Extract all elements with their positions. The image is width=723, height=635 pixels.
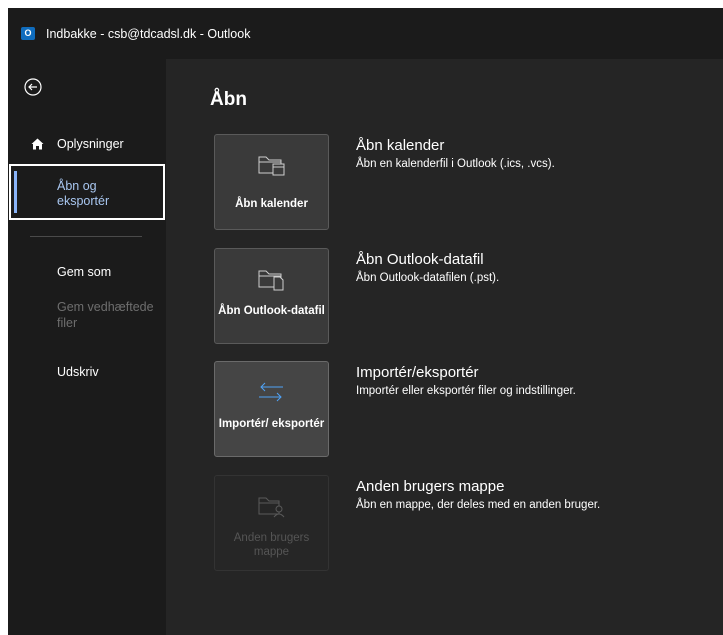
- tile-label: Åbn kalender: [235, 198, 308, 210]
- option-heading: Åbn Outlook-datafil: [356, 251, 484, 268]
- main-content: Åbn Åbn kalender Åbn kalender Åbn en kal…: [166, 59, 723, 635]
- home-icon: [31, 138, 44, 150]
- page-title: Åbn: [210, 89, 247, 110]
- sidebar-item-open-export[interactable]: Åbn og eksportér: [9, 164, 165, 220]
- open-data-file-button[interactable]: Åbn Outlook-datafil: [214, 248, 329, 344]
- shared-folder-button: Anden brugers mappe: [214, 475, 329, 571]
- sidebar-item-print[interactable]: Udskriv: [8, 359, 166, 385]
- sidebar-item-label: Gem vedhæftede filer: [57, 300, 154, 330]
- sidebar-item-info[interactable]: Oplysninger: [8, 131, 166, 157]
- option-heading: Importér/eksportér: [356, 364, 479, 381]
- backstage-sidebar: Oplysninger Åbn og eksportér Gem som Gem…: [8, 59, 166, 635]
- sidebar-item-save-as[interactable]: Gem som: [8, 259, 166, 285]
- tile-label: Importér/ eksportér: [218, 418, 325, 430]
- option-description: Åbn en kalenderfil i Outlook (.ics, .vcs…: [356, 158, 555, 170]
- sidebar-item-label: Åbn og eksportér: [57, 179, 110, 208]
- open-calendar-button[interactable]: Åbn kalender: [214, 134, 329, 230]
- import-export-button[interactable]: Importér/ eksportér: [214, 361, 329, 457]
- tile-label: Åbn Outlook-datafil: [218, 305, 325, 317]
- option-heading: Anden brugers mappe: [356, 478, 505, 495]
- tile-label: Anden brugers mappe: [233, 532, 310, 558]
- import-export-icon: [259, 382, 283, 402]
- sidebar-item-label: Gem som: [57, 265, 112, 279]
- sidebar-divider: [30, 236, 142, 237]
- sidebar-item-label: Oplysninger: [57, 137, 124, 151]
- option-heading: Åbn kalender: [356, 137, 445, 154]
- open-calendar-icon: [258, 156, 285, 176]
- back-arrow-icon[interactable]: [24, 78, 42, 96]
- outlook-app-icon: O: [21, 27, 39, 40]
- sidebar-item-label: Udskriv: [57, 365, 99, 379]
- shared-folder-icon: [258, 497, 285, 518]
- option-description: Åbn en mappe, der deles med en anden bru…: [356, 499, 601, 511]
- open-data-file-icon: [258, 270, 284, 291]
- sidebar-item-save-attachments: Gem vedhæftede filer: [8, 299, 166, 331]
- option-description: Åbn Outlook-datafilen (.pst).: [356, 272, 500, 284]
- outlook-window: O Indbakke - csb@tdcadsl.dk - Outlook Op…: [8, 8, 723, 635]
- option-description: Importér eller eksportér filer og indsti…: [356, 385, 576, 397]
- window-title: Indbakke - csb@tdcadsl.dk - Outlook: [46, 27, 251, 41]
- title-bar: O Indbakke - csb@tdcadsl.dk - Outlook: [8, 8, 723, 59]
